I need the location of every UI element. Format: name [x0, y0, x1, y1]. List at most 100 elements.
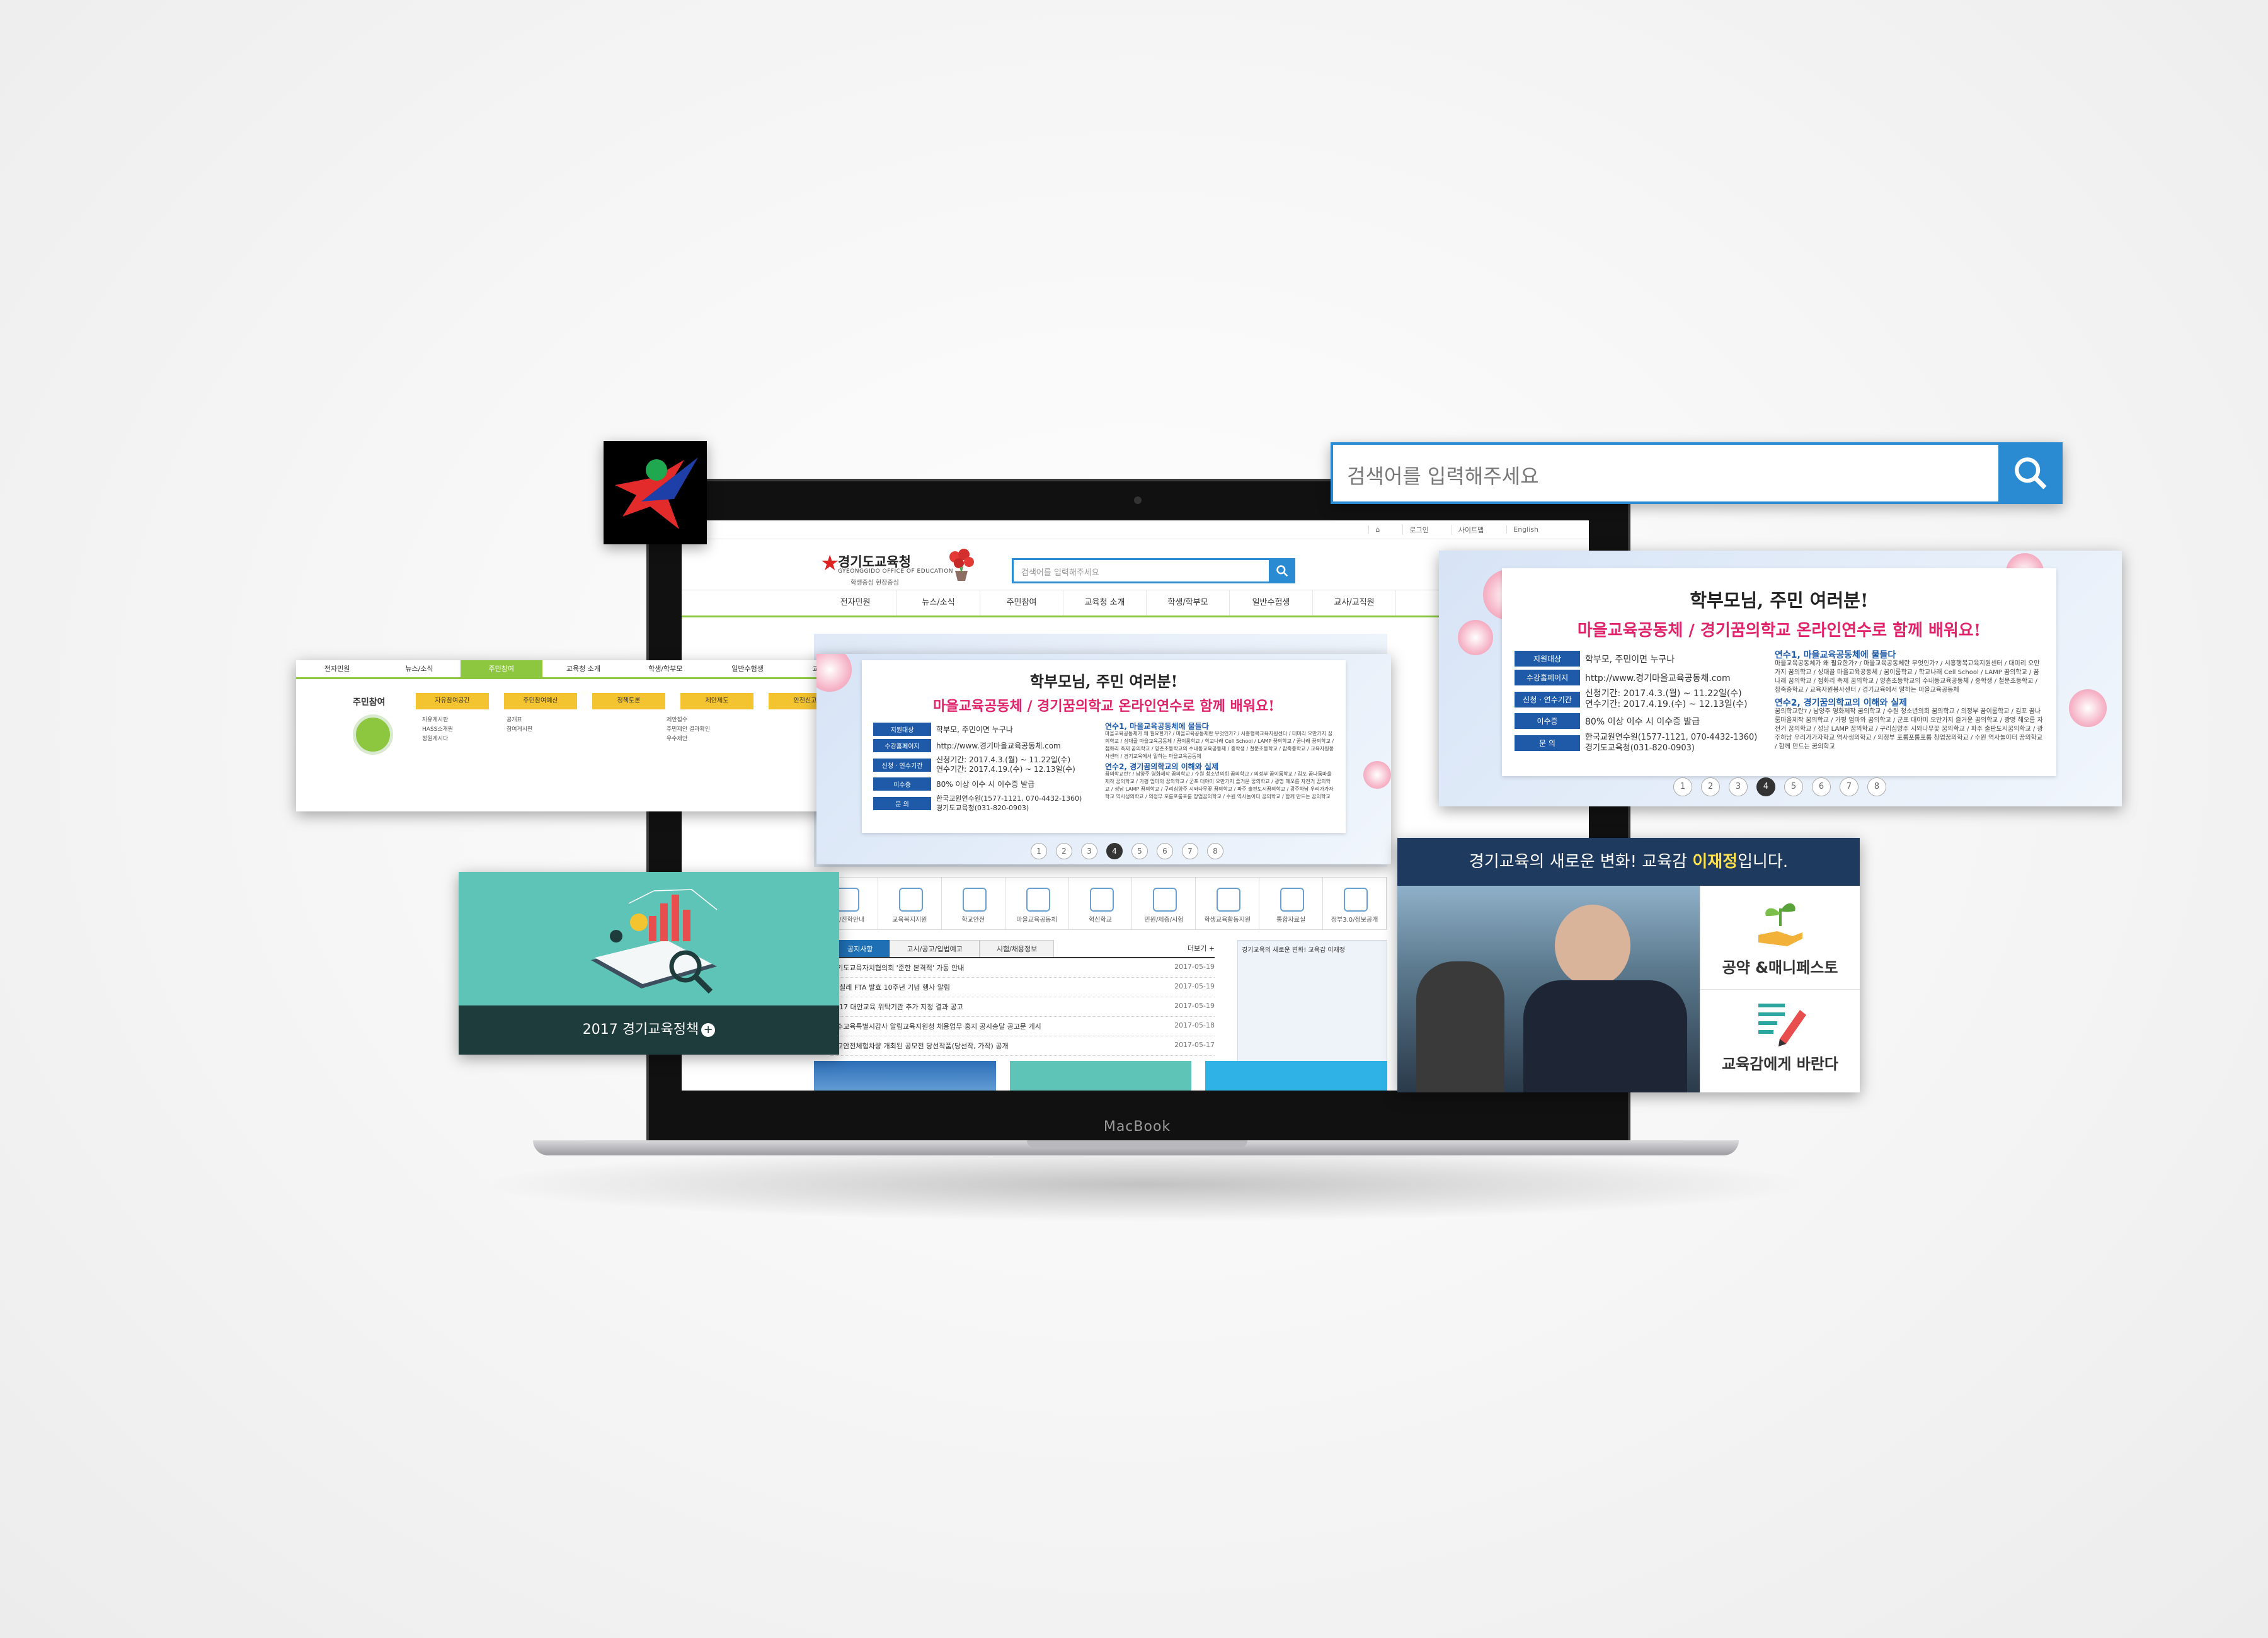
- english-link[interactable]: English: [1506, 525, 1545, 534]
- quick-icon-civil[interactable]: 민원/제증/시험: [1132, 878, 1196, 929]
- site-search-input[interactable]: 검색어를 입력해주세요: [1012, 558, 1295, 583]
- info-tag: 지원대상: [873, 723, 931, 736]
- analytics-illustration-icon: [591, 889, 718, 994]
- quick-icon-safety[interactable]: 학교안전: [942, 878, 1005, 929]
- info-text: 학부모, 주민이면 누구나: [936, 725, 1013, 734]
- quick-icon-village[interactable]: 마을교육공동체: [1005, 878, 1069, 929]
- menu-tab-civil[interactable]: 전자민원: [296, 660, 378, 677]
- table-row[interactable]: 학교안전체험차량 개최된 공모전 당선작품(당선작, 가작) 공개 2017-05…: [830, 1036, 1215, 1056]
- side-news-banner[interactable]: 경기교육의 새로운 변화! 교육감 이재정: [1237, 940, 1387, 1066]
- slide-pagination: 1 2 3 4 5 6 7 8: [1673, 777, 1886, 796]
- menu-tab-participation[interactable]: 주민참여: [460, 660, 542, 677]
- course-1-text: 마을교육공동체가 왜 필요한가? / 마을교육공동체란 무엇인가? / 시흥행복…: [1775, 660, 2040, 694]
- nav-item-news[interactable]: 뉴스/소식: [897, 590, 980, 616]
- quick-icon-gov30[interactable]: 정부3.0/정보공개: [1323, 878, 1387, 929]
- laptop-camera: [1134, 496, 1142, 504]
- site-logo-sub: GYEONGGIDO OFFICE OF EDUCATION: [838, 568, 953, 575]
- menu-link[interactable]: 우수제안: [667, 735, 710, 744]
- info-text[interactable]: http://www.경기마을교육공동체.com: [1585, 672, 1731, 684]
- quick-icon-activity[interactable]: 학생교육활동지원: [1196, 878, 1260, 929]
- nav-item-participation[interactable]: 주민참여: [980, 590, 1063, 616]
- nav-item-examinees[interactable]: 일반수험생: [1230, 590, 1313, 616]
- info-text[interactable]: http://www.경기마을교육공동체.com: [936, 740, 1061, 751]
- search-overlay-button[interactable]: [1998, 442, 2063, 504]
- menu-link[interactable]: 참여게시판: [507, 725, 532, 735]
- page-dot[interactable]: 2: [1056, 843, 1072, 859]
- course-2-title: 연수2, 경기꿈의학교의 이해와 실제: [1775, 698, 1908, 708]
- menu-tab-examinees[interactable]: 일반수험생: [706, 660, 788, 677]
- table-row[interactable]: 특수교육특별시감사 알림교육지원청 채용업무 홍지 공시송달 공고문 게시 201…: [830, 1017, 1215, 1036]
- slide-info-table: 지원대상 학부모, 주민이면 누구나 수강홈페이지 http://www.경기마을교…: [1515, 651, 1763, 760]
- page-dot[interactable]: 7: [1840, 777, 1858, 796]
- menu-link[interactable]: 주민제안 결과확인: [667, 725, 710, 735]
- manifesto-label: 공약 &매니페스토: [1722, 959, 1838, 976]
- board-more-link[interactable]: 더보기 +: [1171, 940, 1215, 957]
- quick-icon-archive[interactable]: 통합자료실: [1259, 878, 1324, 929]
- page-dot-active[interactable]: 4: [1756, 777, 1775, 796]
- page-dot-active[interactable]: 4: [1106, 843, 1123, 859]
- sitemap-link[interactable]: 사이트맵: [1451, 524, 1490, 535]
- menu-tab-news[interactable]: 뉴스/소식: [378, 660, 460, 677]
- banner-photo[interactable]: [814, 1061, 996, 1091]
- row-title: 특수교육특별시감사 알림교육지원청 채용업무 홍지 공시송달 공고문 게시: [830, 1022, 1041, 1031]
- page-dot[interactable]: 7: [1182, 843, 1198, 859]
- menu-link[interactable]: 정원게시다: [422, 735, 453, 744]
- banner-tv[interactable]: [1205, 1061, 1388, 1091]
- course-1-title: 연수1, 마을교육공동체에 물들다: [1105, 722, 1209, 731]
- page-dot[interactable]: 2: [1701, 777, 1720, 796]
- menu-link[interactable]: HASS소개원: [422, 725, 453, 735]
- manifesto-button[interactable]: 공약 &매니페스토: [1700, 886, 1860, 989]
- menu-pills: 자유참여공간 주민참여예산 정책토론 제안제도 안전신고: [416, 693, 842, 709]
- slide-title: 학부모님, 주민 여러분!: [1690, 590, 1869, 611]
- info-tag: 수강홈페이지: [873, 739, 931, 752]
- tab-notice[interactable]: 공지사항: [830, 940, 890, 957]
- page-dot[interactable]: 3: [1081, 843, 1097, 859]
- petal-decoration: [2069, 689, 2107, 727]
- menu-link[interactable]: 자유게시판: [422, 716, 453, 725]
- site-search-button[interactable]: [1269, 558, 1295, 583]
- page-dot[interactable]: 8: [1207, 843, 1223, 859]
- menu-pill-debate[interactable]: 정책토론: [592, 693, 665, 709]
- page-dot[interactable]: 6: [1812, 777, 1831, 796]
- table-row[interactable]: 2017 대안교육 위탁기관 추가 지정 결과 공고 2017-05-19: [830, 997, 1215, 1017]
- slide-subtitle: 마을교육공동체 / 경기꿈의학교 온라인연수로 함께 배워요!: [933, 698, 1274, 714]
- page-dot[interactable]: 8: [1867, 777, 1886, 796]
- logo-star-icon[interactable]: ★: [820, 551, 839, 576]
- tab-announcement[interactable]: 고시/공고/입법예고: [890, 940, 980, 957]
- tab-recruit[interactable]: 시험/채용정보: [979, 940, 1055, 957]
- search-overlay-input[interactable]: 검색어를 입력해주세요: [1331, 442, 2063, 504]
- nav-item-about[interactable]: 교육청 소개: [1063, 590, 1147, 616]
- menu-pill-budget[interactable]: 주민참여예산: [504, 693, 577, 709]
- banner-policy[interactable]: [1009, 1061, 1192, 1091]
- participation-circle-icon: [353, 714, 393, 755]
- login-link[interactable]: 로그인: [1402, 524, 1435, 535]
- superintendent-card: 경기교육의 새로운 변화! 교육감 이재정입니다. 공약 &매니페스토 교육감에…: [1397, 838, 1860, 1092]
- menu-tab-about[interactable]: 교육청 소개: [542, 660, 624, 677]
- menu-link[interactable]: 공개표: [507, 716, 532, 725]
- menu-pill-free[interactable]: 자유참여공간: [416, 693, 489, 709]
- page-dot[interactable]: 5: [1131, 843, 1148, 859]
- page-dot[interactable]: 6: [1157, 843, 1173, 859]
- nav-item-students[interactable]: 학생/학부모: [1147, 590, 1230, 616]
- menu-pill-proposal[interactable]: 제안제도: [680, 693, 753, 709]
- policy-banner-card[interactable]: 2017 경기교육정책 +: [459, 872, 839, 1055]
- quick-icon-innovation[interactable]: 혁신학교: [1069, 878, 1133, 929]
- nav-item-civil[interactable]: 전자민원: [814, 590, 897, 616]
- menu-link[interactable]: 제안접수: [667, 716, 710, 725]
- suggestion-button[interactable]: 교육감에게 바란다: [1700, 989, 1860, 1092]
- nav-item-teachers[interactable]: 교사/교직원: [1313, 590, 1396, 616]
- sprout-hand-icon: [1758, 903, 1802, 946]
- home-icon[interactable]: ⌂: [1368, 525, 1386, 534]
- table-row[interactable]: 한-칠레 FTA 발효 10주년 기념 행사 알림 2017-05-19: [830, 978, 1215, 997]
- table-row[interactable]: 경기도교육자치협의회 '준한 본격적' 가동 안내 2017-05-19: [830, 958, 1215, 978]
- page-dot[interactable]: 1: [1031, 843, 1047, 859]
- menu-tab-students[interactable]: 학생/학부모: [624, 660, 706, 677]
- page-dot[interactable]: 3: [1729, 777, 1748, 796]
- quick-icon-welfare[interactable]: 교육복지지원: [878, 878, 942, 929]
- info-text: 신청기간: 2017.4.3.(월) ~ 11.22일(수): [1585, 689, 1742, 699]
- page-dot[interactable]: 5: [1784, 777, 1803, 796]
- info-text: 80% 이상 이수 시 이수증 발급: [936, 780, 1035, 789]
- menu-col-3: 제안접수 주민제안 결과확인 우수제안: [667, 716, 710, 744]
- page-dot[interactable]: 1: [1673, 777, 1692, 796]
- slide-subtitle: 마을교육공동체 / 경기꿈의학교 온라인연수로 함께 배워요!: [1577, 621, 1981, 640]
